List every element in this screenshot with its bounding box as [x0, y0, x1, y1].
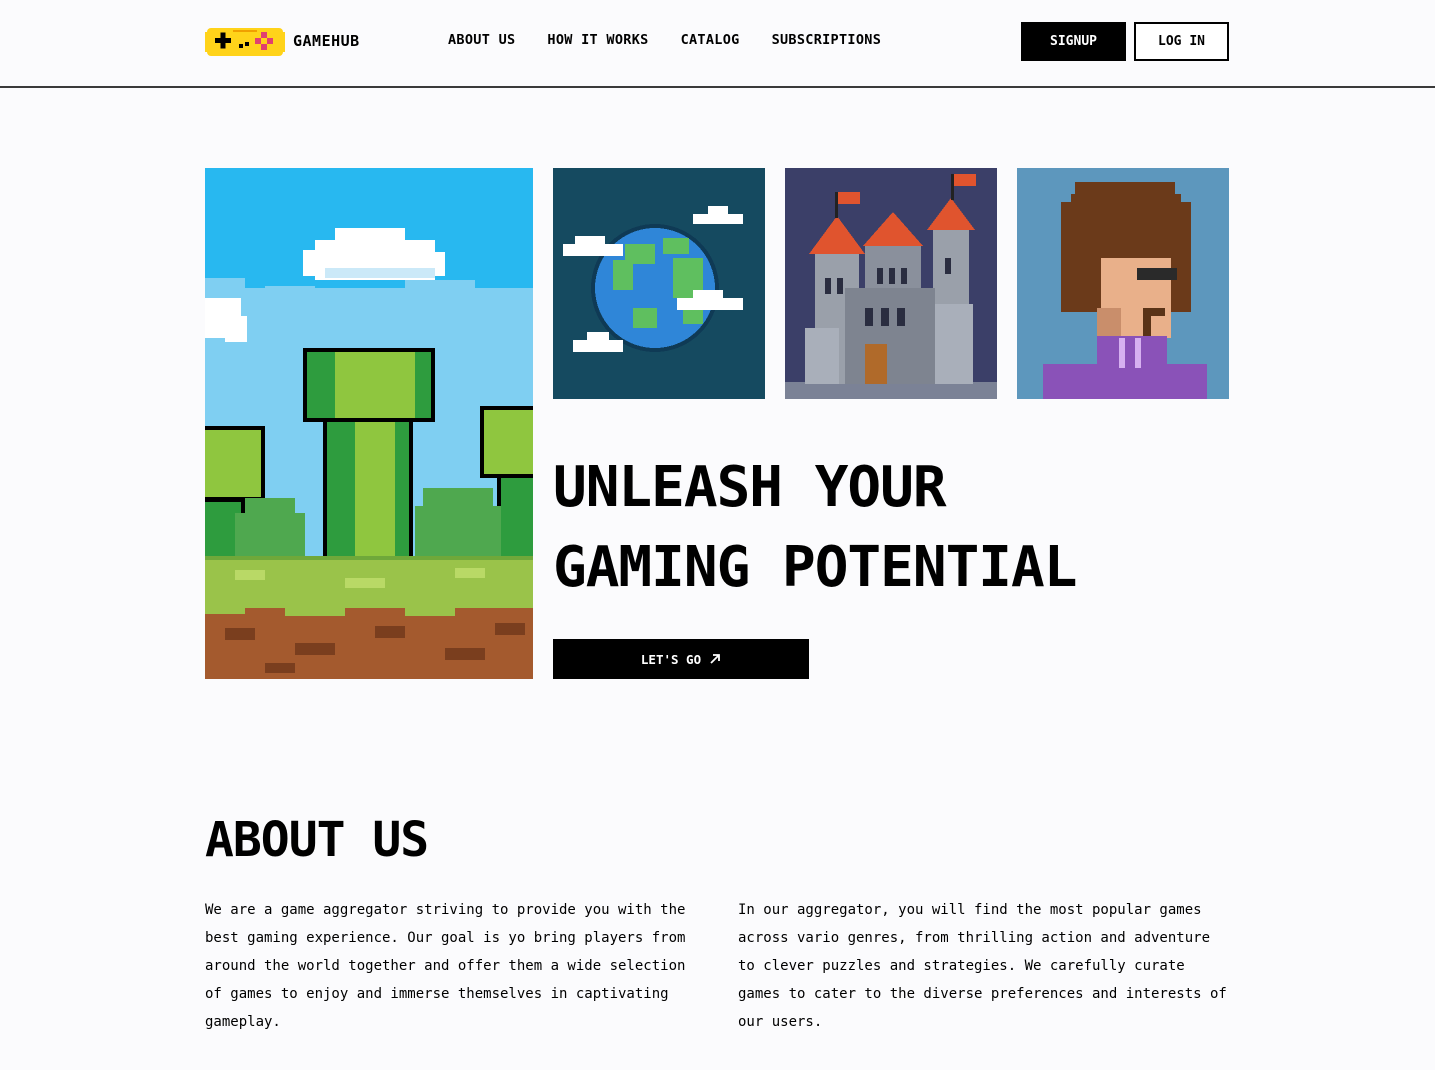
lets-go-button[interactable]: LET'S GO	[553, 639, 809, 679]
login-button[interactable]: LOG IN	[1134, 22, 1229, 61]
nav-item-subscriptions[interactable]: SUBSCRIPTIONS	[772, 32, 882, 48]
about-paragraph-1: We are a game aggregator striving to pro…	[205, 902, 686, 1030]
about-paragraph-2: In our aggregator, you will find the mos…	[738, 902, 1227, 1030]
nav-item-how-it-works[interactable]: HOW IT WORKS	[547, 32, 648, 48]
brand-logo[interactable]: GAMEHUB	[205, 22, 360, 60]
hero-title-line2: GAMING POTENTIAL	[553, 535, 1077, 600]
lets-go-label: LET'S GO	[640, 651, 702, 667]
main-nav: ABOUT US HOW IT WORKS CATALOG SUBSCRIPTI…	[448, 32, 881, 48]
castle-thumbnail-image	[785, 168, 997, 399]
signup-button[interactable]: SIGNUP	[1021, 22, 1126, 61]
brand-name: GAMEHUB	[293, 32, 360, 50]
earth-thumbnail-image	[553, 168, 765, 399]
nav-item-catalog[interactable]: CATALOG	[681, 32, 740, 48]
hero-landscape-image	[205, 168, 533, 679]
arrow-up-right-icon	[710, 654, 721, 664]
nav-item-about-us[interactable]: ABOUT US	[448, 32, 515, 48]
hero-title: UNLEASH YOUR GAMING POTENTIAL	[553, 448, 1233, 608]
site-header: GAMEHUB ABOUT US HOW IT WORKS CATALOG SU…	[0, 0, 1435, 88]
hero-title-line1: UNLEASH YOUR	[553, 455, 947, 520]
about-title: ABOUT US	[205, 812, 429, 868]
character-thumbnail-image	[1017, 168, 1229, 399]
gamepad-icon	[205, 28, 285, 56]
